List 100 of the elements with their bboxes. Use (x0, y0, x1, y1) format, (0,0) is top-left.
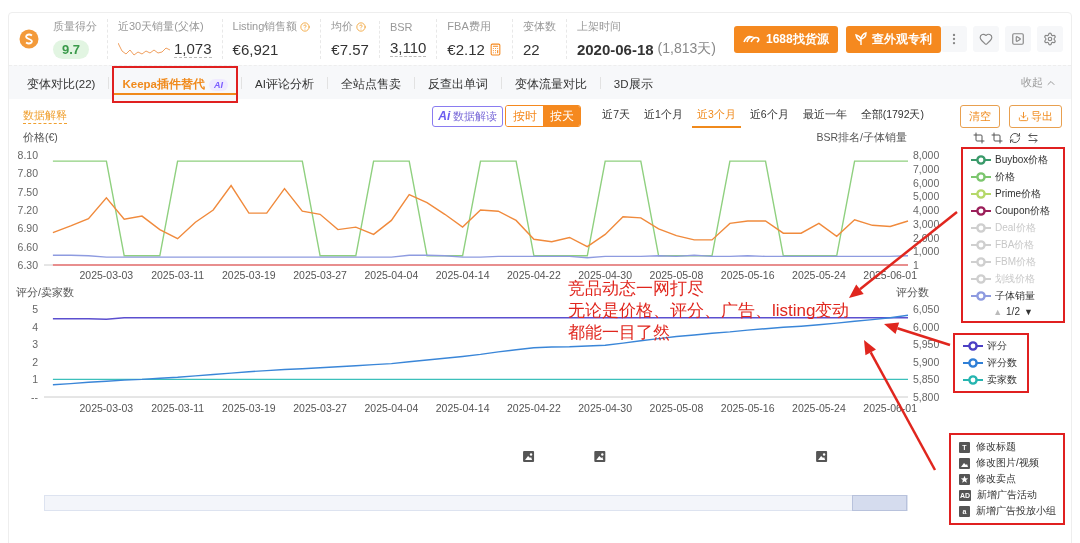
leaf-icon (854, 32, 867, 46)
swoosh-icon (742, 34, 761, 44)
help-icon[interactable] (356, 21, 367, 32)
image-icon (816, 451, 828, 462)
metric-value: 1,073 (174, 40, 212, 58)
axis-title: 评分/卖家数 (16, 286, 74, 298)
axis-tick-label: 1,000 (913, 245, 940, 258)
settings-icon (1043, 32, 1057, 46)
axis-title: BSR排名/子体销量 (816, 131, 907, 143)
range-option[interactable]: 近1个月 (639, 104, 688, 128)
axis-tick-label: 7,000 (913, 162, 940, 175)
crop-icon[interactable] (973, 132, 985, 144)
axis-tick-label: 4,000 (913, 204, 940, 216)
video-button[interactable] (1005, 26, 1031, 52)
legend-item[interactable]: Prime价格 (971, 187, 1055, 201)
favorite-button[interactable] (973, 26, 999, 52)
event-type-label: 修改卖点 (976, 472, 1016, 486)
slider-handle[interactable] (851, 495, 907, 511)
range-option[interactable]: 近6个月 (744, 104, 794, 128)
legend-marker-icon (971, 257, 991, 267)
axis-tick-label: 6,000 (913, 320, 940, 333)
image-icon (594, 451, 606, 462)
axis-tick-label: 5,000 (913, 190, 940, 203)
tab[interactable]: Keepa插件替代 AI (112, 66, 238, 103)
metric-label: FBA费用 (447, 19, 491, 34)
image-icon (959, 457, 970, 469)
axis-tick-label: 2 (32, 355, 38, 368)
legend-item[interactable]: 评分 (963, 339, 1019, 353)
swap-icon[interactable] (1027, 132, 1039, 144)
legend-item[interactable]: 价格 (971, 170, 1055, 184)
heart-icon (979, 32, 993, 46)
tab[interactable]: 变体流量对比 (504, 66, 597, 103)
metric-value: €2.12 (447, 40, 485, 58)
metric-label: 均价 (331, 19, 354, 34)
axis-tick-label: 2025-04-22 (507, 402, 561, 414)
event-type-label: 修改标题 (976, 440, 1016, 454)
star-icon (959, 473, 970, 485)
axis-tick-label: 2025-04-14 (435, 402, 490, 414)
metric-label: BSR (389, 20, 413, 33)
range-option[interactable]: 全部(1792天) (855, 104, 929, 128)
axis-tick-label: 6.30 (17, 259, 38, 271)
axis-tick-label: 2025-04-14 (435, 269, 490, 281)
axis-tick-label: 5,850 (913, 373, 940, 386)
tab[interactable]: 反查出单词 (417, 66, 498, 103)
play-icon (1011, 32, 1025, 46)
axis-tick-label: 5,900 (913, 355, 940, 368)
metric-label: 质量得分 (53, 19, 97, 34)
axis-tick-label: 2025-05-16 (720, 269, 775, 281)
axis-title: 评分数 (896, 286, 929, 298)
legend-item[interactable]: Buybox价格 (971, 153, 1055, 167)
annotation-text: 都能一目了然 (568, 322, 671, 344)
metric-value: 2020-06-18 (576, 40, 654, 58)
metric-label: 近30天销量(父体) (118, 19, 204, 34)
axis-tick-label: 5 (32, 303, 38, 315)
tab[interactable]: AI评论分析 (245, 66, 324, 103)
axis-tick-label: 2025-05-08 (649, 402, 704, 414)
legend-item[interactable]: 子体销量 (971, 289, 1055, 303)
ai-interpret-button[interactable]: Ai 数据解读 (432, 105, 504, 127)
axis-tick-label: 2025-04-22 (507, 269, 561, 281)
help-icon[interactable] (300, 21, 311, 32)
axis-tick-label: 2025-03-03 (79, 402, 134, 414)
metric-value: 22 (522, 40, 540, 58)
range-option[interactable]: 最近一年 (797, 104, 852, 128)
refresh-icon[interactable] (1009, 132, 1021, 144)
axis-tick-label: 2025-03-19 (222, 269, 276, 281)
zoom-slider[interactable] (44, 495, 908, 511)
axis-tick-label: 6.60 (17, 240, 38, 253)
tab[interactable]: 变体对比(22) (17, 66, 106, 103)
event-type-label: 新增广告投放小组 (976, 504, 1056, 518)
axis-tick-label: 1 (32, 373, 38, 386)
legend-item[interactable]: 评分数 (963, 356, 1019, 370)
settings-button[interactable] (1037, 26, 1063, 52)
legend-item[interactable]: Coupon价格 (971, 204, 1055, 218)
axis-tick-label: 6,050 (913, 303, 940, 315)
axis-tick-label: 6,000 (913, 176, 940, 189)
axis-tick-label: 5,950 (913, 338, 940, 351)
axis-tick-label: 2025-03-11 (151, 269, 205, 281)
metric-label: 上架时间 (576, 19, 621, 34)
next-page-button[interactable]: ▼ (1023, 306, 1033, 317)
legend-item[interactable]: 卖家数 (963, 373, 1019, 387)
logo-icon (19, 29, 39, 49)
axis-tick-label: 2025-03-19 (222, 402, 276, 414)
axis-tick-label: 8,000 (913, 149, 940, 161)
calculator-icon[interactable] (488, 42, 502, 56)
score-badge: 9.7 (53, 39, 90, 59)
crop-icon[interactable] (991, 132, 1003, 144)
metric-value: 3,110 (389, 38, 427, 57)
range-option[interactable]: 近7天 (597, 104, 636, 128)
metric-label: Listing销售额 (232, 19, 298, 34)
axis-tick-label: 2025-05-24 (792, 269, 846, 281)
days-count: (1,813天) (657, 40, 716, 58)
legend-marker-icon (971, 223, 991, 233)
axis-tick-label: 3 (32, 338, 38, 351)
metric-label: 变体数 (522, 19, 556, 34)
tab[interactable]: 全站点售卖 (330, 66, 411, 103)
annotation-text: 无论是价格、评分、广告、listing变动 (568, 300, 850, 322)
tab[interactable]: 3D展示 (603, 66, 663, 103)
ai-badge: AI (209, 78, 228, 91)
axis-tick-label: 2025-03-11 (151, 402, 205, 414)
image-icon (523, 451, 535, 462)
